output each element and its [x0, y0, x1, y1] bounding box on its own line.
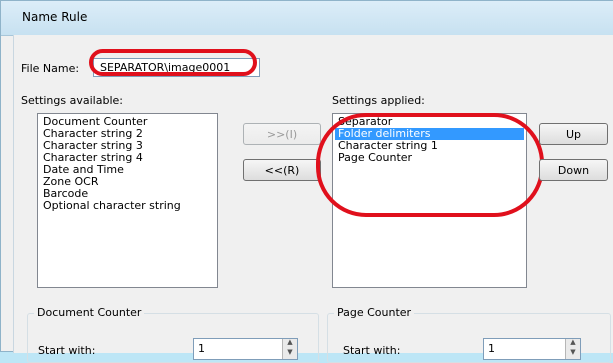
- document-start-spinner[interactable]: ▲ ▼: [282, 339, 297, 359]
- document-start-label: Start with:: [38, 344, 96, 357]
- document-counter-group: Document Counter Start with: 1 ▲ ▼: [27, 306, 319, 363]
- window-title: Name Rule: [22, 10, 88, 24]
- list-item[interactable]: Optional character string: [40, 200, 215, 212]
- down-button[interactable]: Down: [539, 159, 608, 181]
- add-button[interactable]: >>(I): [243, 123, 321, 145]
- spin-down-icon[interactable]: ▼: [283, 349, 297, 359]
- title-bar: Name Rule: [1, 1, 613, 36]
- name-rule-dialog: Name Rule File Name: SEPARATOR\image0001…: [0, 0, 613, 363]
- settings-available-list[interactable]: Document Counter Character string 2 Char…: [37, 113, 218, 288]
- spin-down-icon[interactable]: ▼: [566, 349, 580, 359]
- settings-available-label: Settings available:: [21, 94, 123, 107]
- document-start-field[interactable]: 1 ▲ ▼: [193, 338, 298, 360]
- page-start-label: Start with:: [343, 344, 401, 357]
- settings-applied-label: Settings applied:: [332, 94, 425, 107]
- file-name-highlight: [89, 49, 257, 76]
- file-name-label: File Name:: [21, 62, 80, 75]
- page-counter-title: Page Counter: [334, 306, 415, 319]
- page-start-value: 1: [488, 342, 495, 355]
- document-start-value: 1: [198, 342, 205, 355]
- page-start-spinner[interactable]: ▲ ▼: [565, 339, 580, 359]
- document-counter-title: Document Counter: [34, 306, 145, 319]
- remove-button[interactable]: <<(R): [243, 159, 321, 181]
- applied-settings-highlight: [316, 113, 544, 217]
- dialog-content: File Name: SEPARATOR\image0001 Settings …: [13, 35, 613, 363]
- up-button[interactable]: Up: [539, 123, 608, 145]
- page-counter-group: Page Counter Start with: 1 ▲ ▼: [327, 306, 611, 363]
- page-start-field[interactable]: 1 ▲ ▼: [483, 338, 581, 360]
